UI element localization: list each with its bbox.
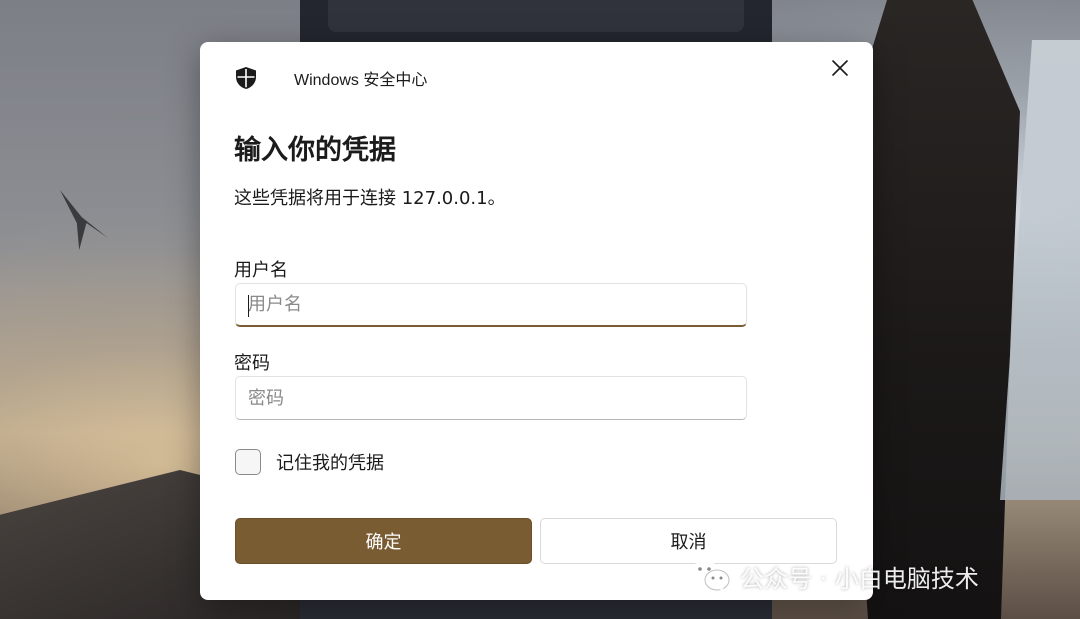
remember-credentials-option[interactable]: 记住我的凭据 [235, 449, 384, 475]
username-label: 用户名 [234, 260, 288, 281]
app-title: Windows 安全中心 [294, 72, 428, 89]
wechat-icon [690, 559, 730, 593]
watermark: 公众号 · 小白电脑技术 [690, 556, 979, 596]
watermark-text: 公众号 · 小白电脑技术 [740, 564, 979, 593]
remember-checkbox[interactable] [235, 449, 261, 475]
dialog-title-bar: Windows 安全中心 [234, 64, 427, 92]
dialog-description: 这些凭据将用于连接 127.0.0.1。 [234, 188, 506, 209]
dialog-heading: 输入你的凭据 [234, 135, 396, 166]
shield-icon [234, 66, 258, 90]
close-icon [831, 59, 849, 81]
text-caret [248, 295, 249, 317]
password-label: 密码 [234, 353, 270, 374]
credentials-dialog: Windows 安全中心 输入你的凭据 这些凭据将用于连接 127.0.0.1。… [200, 42, 873, 600]
remember-checkbox-label: 记住我的凭据 [276, 453, 384, 474]
wallpaper-bird [60, 190, 108, 250]
username-input[interactable] [235, 283, 747, 327]
close-button[interactable] [824, 54, 856, 86]
desktop-wallpaper: Windows 安全中心 输入你的凭据 这些凭据将用于连接 127.0.0.1。… [0, 0, 1080, 619]
password-input[interactable] [235, 376, 747, 420]
ok-button[interactable]: 确定 [235, 518, 532, 564]
